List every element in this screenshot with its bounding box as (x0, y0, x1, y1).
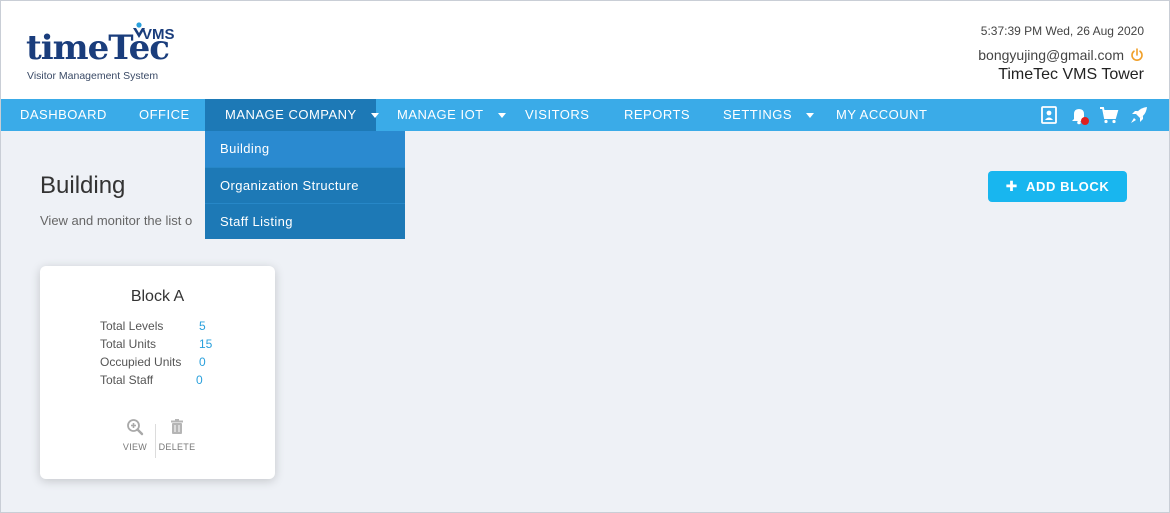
stat-label: Total Levels (100, 319, 164, 333)
menu-item-staff-listing[interactable]: Staff Listing (205, 203, 405, 239)
logo-product-name: VMS (142, 26, 175, 43)
logo-subtitle: Visitor Management System (27, 70, 159, 82)
nav-settings-label: SETTINGS (723, 107, 793, 122)
stat-label: Occupied Units (100, 355, 182, 369)
nav-visitors[interactable]: VISITORS (525, 99, 589, 131)
nav-settings[interactable]: SETTINGS (723, 99, 815, 131)
timetec-vms-logo[interactable]: timeTec VMS Visitor Management System (26, 22, 186, 86)
notification-badge (1081, 117, 1089, 125)
nav-dashboard-label: DASHBOARD (20, 107, 107, 122)
rocket-icon[interactable] (1129, 105, 1149, 125)
contact-card-icon[interactable] (1039, 105, 1059, 125)
nav-visitors-label: VISITORS (525, 107, 590, 122)
manage-company-dropdown: Building Organization Structure Staff Li… (205, 131, 405, 239)
delete-button[interactable]: DELETE (147, 418, 207, 452)
chevron-down-icon (497, 113, 506, 119)
user-email: bongyujing@gmail.com (978, 47, 1124, 63)
nav-reports-label: REPORTS (624, 107, 691, 122)
nav-my-account[interactable]: MY ACCOUNT (836, 99, 927, 131)
stat-value: 15 (199, 337, 213, 351)
card-actions: VIEW DELETE (40, 418, 275, 458)
nav-manage-company-label: MANAGE COMPANY (225, 107, 357, 122)
nav-manage-iot-label: MANAGE IOT (397, 107, 484, 122)
nav-manage-iot[interactable]: MANAGE IOT (397, 99, 506, 131)
stat-value: 0 (196, 373, 203, 387)
page-subtitle: View and monitor the list o (40, 213, 193, 228)
block-title: Block A (130, 288, 185, 305)
stat-label: Total Staff (100, 373, 154, 387)
logout-power-icon[interactable] (1130, 48, 1144, 62)
navbar-icon-group (1039, 105, 1149, 125)
chevron-down-icon (806, 113, 815, 119)
user-email-row: bongyujing@gmail.com (978, 46, 1144, 64)
menu-item-building[interactable]: Building (205, 131, 405, 167)
main-navbar: DASHBOARD OFFICE MANAGE COMPANY MANAGE I… (1, 99, 1169, 131)
block-card: Block A Total Levels 5 Total Units 15 Oc… (40, 266, 275, 479)
header-user-info: 5:37:39 PM Wed, 26 Aug 2020 bongyujing@g… (978, 24, 1144, 84)
chevron-down-icon (370, 113, 379, 119)
nav-office[interactable]: OFFICE (139, 99, 190, 131)
current-datetime: 5:37:39 PM Wed, 26 Aug 2020 (980, 24, 1144, 38)
stat-value: 0 (199, 355, 206, 369)
nav-my-account-label: MY ACCOUNT (836, 107, 928, 122)
delete-label: DELETE (158, 442, 196, 452)
zoom-in-icon (127, 419, 144, 436)
notification-bell-icon[interactable] (1069, 105, 1089, 125)
nav-reports[interactable]: REPORTS (624, 99, 690, 131)
add-block-label: ADD BLOCK (1025, 179, 1110, 194)
app-header: timeTec VMS Visitor Management System 5:… (0, 0, 1170, 99)
page-title: Building (40, 172, 126, 199)
add-block-button[interactable]: ✚ ADD BLOCK (988, 171, 1127, 202)
plus-icon: ✚ (1005, 178, 1018, 194)
nav-manage-company[interactable]: MANAGE COMPANY (205, 99, 379, 131)
building-name: TimeTec VMS Tower (998, 66, 1144, 83)
trash-icon (171, 419, 183, 434)
stat-value: 5 (199, 319, 206, 333)
stat-label: Total Units (100, 337, 157, 351)
menu-item-organization-structure[interactable]: Organization Structure (205, 167, 405, 203)
nav-office-label: OFFICE (139, 107, 190, 122)
nav-dashboard[interactable]: DASHBOARD (20, 99, 107, 131)
cart-icon[interactable] (1099, 105, 1119, 125)
